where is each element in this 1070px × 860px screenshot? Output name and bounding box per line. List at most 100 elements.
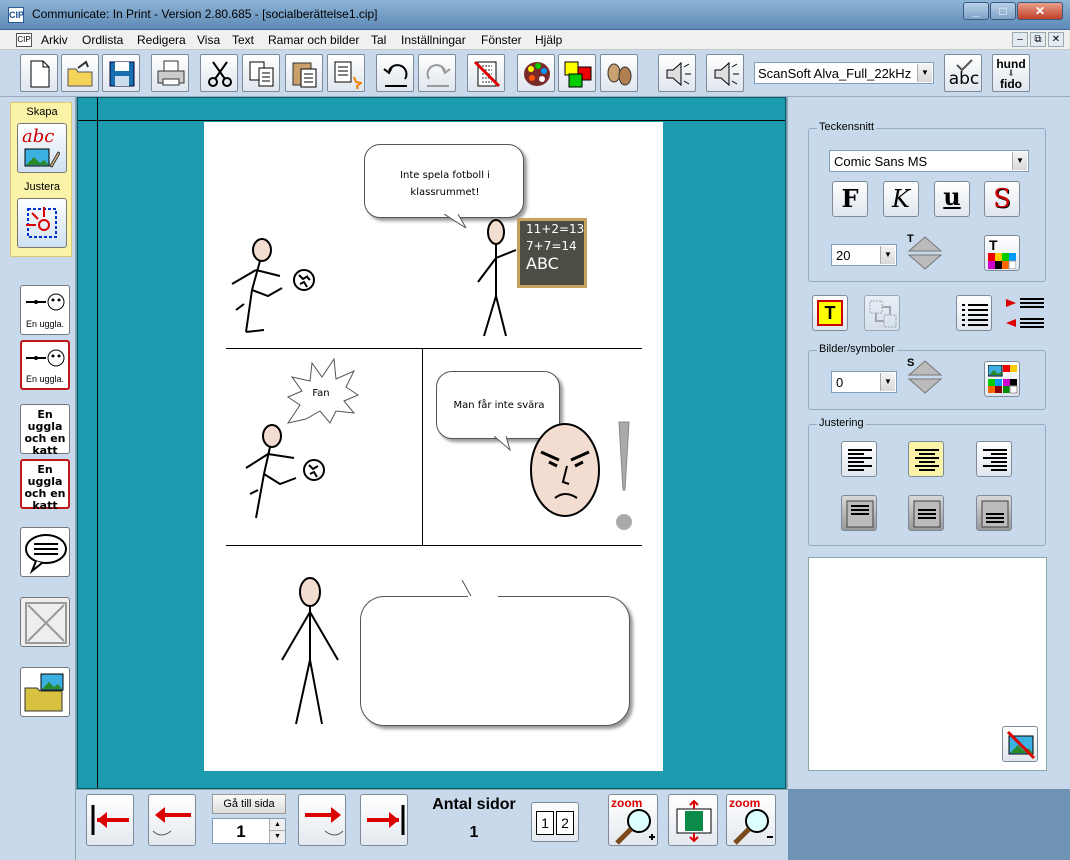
no-grid-button[interactable]: [467, 54, 505, 92]
text-color-button[interactable]: T: [984, 235, 1020, 271]
create-mode-button[interactable]: abc: [17, 123, 67, 173]
speak-button[interactable]: [658, 54, 696, 92]
copy-button[interactable]: [242, 54, 280, 92]
first-page-button[interactable]: [86, 794, 134, 846]
mdi-restore-button[interactable]: ⧉: [1030, 32, 1046, 47]
menu-ordlista[interactable]: Ordlista: [82, 33, 123, 47]
menu-text[interactable]: Text: [232, 33, 254, 47]
speech-bubble-button[interactable]: [20, 527, 70, 577]
redo-button[interactable]: [418, 54, 456, 92]
image-color-button[interactable]: [984, 361, 1020, 397]
align-center-button[interactable]: [908, 441, 944, 477]
document-icon[interactable]: CIP: [16, 33, 32, 47]
last-page-button[interactable]: [360, 794, 408, 846]
two-page-view-button[interactable]: 1 2: [531, 802, 579, 842]
menu-redigera[interactable]: Redigera: [137, 33, 186, 47]
symbol-lookup-button[interactable]: hund ⬇ fido: [992, 54, 1030, 92]
save-button[interactable]: [102, 54, 140, 92]
new-frame-button[interactable]: [327, 54, 365, 92]
chevron-down-icon[interactable]: ▼: [880, 246, 895, 264]
zoom-in-button[interactable]: zoom: [608, 794, 658, 846]
scissors-icon: [208, 61, 232, 87]
adjust-mode-button[interactable]: [17, 198, 67, 248]
voice-select[interactable]: ScanSoft Alva_Full_22kHz ▼: [754, 62, 934, 84]
close-button[interactable]: ✕: [1017, 2, 1063, 20]
chevron-down-icon[interactable]: ▼: [917, 64, 932, 82]
owl-icon: [26, 293, 65, 311]
size-up-down-icon[interactable]: [907, 235, 943, 271]
valign-top-button[interactable]: [841, 495, 877, 531]
owl-symbol-button[interactable]: En uggla.: [20, 285, 70, 335]
spell-check-label: abc: [948, 69, 980, 89]
minimize-button[interactable]: _: [963, 2, 989, 20]
page-number-spinner[interactable]: 1 ▲ ▼: [212, 818, 286, 844]
owl-symbol-frame-button[interactable]: En uggla.: [20, 340, 70, 390]
shapes-button[interactable]: [600, 54, 638, 92]
mdi-close-button[interactable]: ✕: [1048, 32, 1064, 47]
underline-button[interactable]: u: [934, 181, 970, 217]
symbol-word-bottom: fido: [1000, 77, 1022, 91]
valign-bottom-button[interactable]: [976, 495, 1012, 531]
align-right-button[interactable]: [976, 441, 1012, 477]
window-title: Communicate: In Print - Version 2.80.685…: [32, 7, 378, 21]
new-document-button[interactable]: [20, 54, 58, 92]
size-up-down-icon[interactable]: [907, 359, 943, 395]
valign-middle-button[interactable]: [908, 495, 944, 531]
align-left-button[interactable]: [841, 441, 877, 477]
open-picture-button[interactable]: [20, 667, 70, 717]
line-spacing-button[interactable]: [956, 295, 992, 331]
goto-page-button[interactable]: Gå till sida: [212, 794, 286, 814]
no-picture-button[interactable]: [1002, 726, 1038, 762]
menu-hjalp[interactable]: Hjälp: [535, 33, 562, 47]
text-symbol-button[interactable]: En uggla och en katt: [20, 404, 70, 457]
chevron-down-icon[interactable]: ▼: [1012, 152, 1027, 170]
paste-button[interactable]: [285, 54, 323, 92]
speech-bubble[interactable]: Inte spela fotboll i klassrummet!: [364, 144, 524, 218]
spell-check-button[interactable]: abc: [944, 54, 982, 92]
color-palette-button[interactable]: [517, 54, 555, 92]
menu-arkiv[interactable]: Arkiv: [41, 33, 68, 47]
maximize-button[interactable]: □: [990, 2, 1016, 20]
panel-divider: [226, 545, 642, 546]
empty-speech-bubble[interactable]: [360, 596, 630, 726]
align-center-icon: [915, 449, 939, 471]
menu-visa[interactable]: Visa: [197, 33, 220, 47]
kicking-boy-symbol[interactable]: [240, 422, 340, 522]
menu-fonster[interactable]: Fönster: [481, 33, 522, 47]
shadow-text-button[interactable]: S: [984, 181, 1020, 217]
kicking-boy-symbol[interactable]: [224, 232, 324, 337]
mdi-minimize-button[interactable]: –: [1012, 32, 1028, 47]
menu-ramar-och-bilder[interactable]: Ramar och bilder: [268, 33, 359, 47]
spinner-up-icon[interactable]: ▲: [269, 819, 285, 831]
first-page-icon: [91, 805, 129, 835]
color-boxes-button[interactable]: [558, 54, 596, 92]
italic-button[interactable]: K: [883, 181, 919, 217]
angry-face-symbol[interactable]: [527, 418, 643, 538]
bold-button[interactable]: F: [832, 181, 868, 217]
previous-page-button[interactable]: [148, 794, 196, 846]
document-page[interactable]: Inte spela fotboll i klassrummet! 11+2=1…: [204, 122, 663, 771]
speak-settings-button[interactable]: [706, 54, 744, 92]
menu-installningar[interactable]: Inställningar: [401, 33, 466, 47]
undo-button[interactable]: [376, 54, 414, 92]
menu-tal[interactable]: Tal: [371, 33, 386, 47]
next-page-button[interactable]: [298, 794, 346, 846]
spinner-down-icon[interactable]: ▼: [269, 831, 285, 843]
open-button[interactable]: [61, 54, 99, 92]
cut-button[interactable]: [200, 54, 238, 92]
fit-page-button[interactable]: [668, 794, 718, 846]
standing-person-symbol[interactable]: [276, 576, 346, 726]
chevron-down-icon[interactable]: ▼: [880, 373, 895, 391]
text-swap-button[interactable]: [864, 295, 900, 331]
image-size-select[interactable]: 0 ▼: [831, 371, 897, 393]
fit-frame-button[interactable]: [20, 597, 70, 647]
create-abc-label: abc: [22, 126, 55, 147]
font-size-select[interactable]: 20 ▼: [831, 244, 897, 266]
chalkboard: 11+2=13 7+7=14 ABC: [517, 218, 587, 288]
indent-arrows-icon[interactable]: [1004, 293, 1046, 333]
font-select[interactable]: Comic Sans MS ▼: [829, 150, 1029, 172]
print-button[interactable]: [151, 54, 189, 92]
text-highlight-button[interactable]: T: [812, 295, 848, 331]
zoom-out-button[interactable]: zoom: [726, 794, 776, 846]
text-symbol-frame-button[interactable]: En uggla och en katt: [20, 459, 70, 512]
